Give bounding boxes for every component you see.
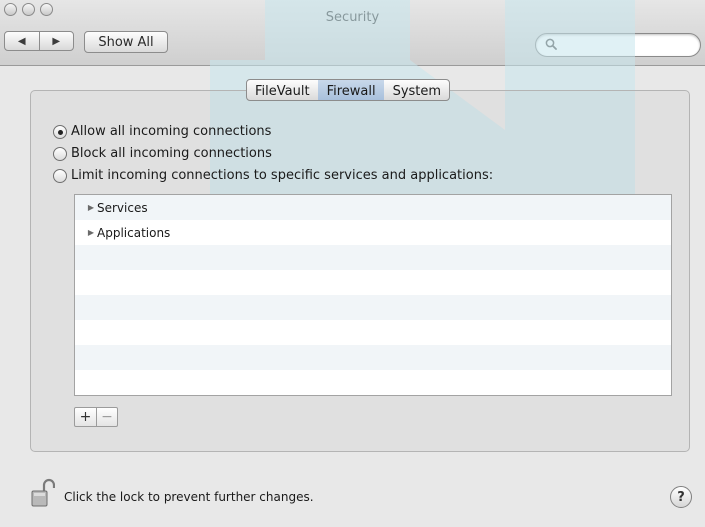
forward-arrow-icon: ▶	[52, 35, 61, 47]
show-all-button[interactable]: Show All	[84, 31, 168, 53]
empty-row	[75, 270, 671, 295]
add-remove-buttons: + −	[74, 407, 118, 427]
services-applications-list: ▶ Services ▶ Applications	[74, 194, 672, 396]
disclosure-triangle-icon[interactable]: ▶	[85, 228, 97, 237]
list-item-label: Services	[97, 200, 148, 215]
radio-label: Allow all incoming connections	[71, 124, 272, 139]
tab-bar: FileVault Firewall System	[246, 79, 451, 101]
tab-filevault[interactable]: FileVault	[247, 80, 318, 100]
search-field[interactable]	[535, 33, 701, 57]
back-arrow-icon: ◀	[17, 35, 26, 47]
back-forward-group: ◀ ▶	[4, 31, 74, 51]
list-item-label: Applications	[97, 225, 171, 240]
empty-row	[75, 320, 671, 345]
tab-firewall[interactable]: Firewall	[317, 80, 384, 100]
empty-row	[75, 245, 671, 270]
search-icon	[545, 38, 557, 50]
radio-label: Limit incoming connections to specific s…	[71, 168, 494, 183]
question-mark-icon: ?	[677, 489, 685, 505]
empty-row	[75, 370, 671, 395]
search-input[interactable]	[560, 37, 690, 53]
help-button[interactable]: ?	[670, 486, 692, 508]
lock-status-text: Click the lock to prevent further change…	[64, 490, 314, 504]
disclosure-triangle-icon[interactable]: ▶	[85, 203, 97, 212]
radio-block-all[interactable]: Block all incoming connections	[53, 146, 272, 161]
add-button[interactable]: +	[75, 408, 96, 426]
remove-button[interactable]: −	[96, 408, 117, 426]
radio-allow-all[interactable]: Allow all incoming connections	[53, 124, 271, 139]
back-button[interactable]: ◀	[5, 32, 39, 50]
list-item-services[interactable]: ▶ Services	[75, 195, 671, 220]
radio-label: Block all incoming connections	[71, 146, 272, 161]
lock-icon[interactable]	[31, 478, 55, 508]
toolbar: Security ◀ ▶ Show All	[0, 0, 705, 66]
list-item-applications[interactable]: ▶ Applications	[75, 220, 671, 245]
empty-row	[75, 345, 671, 370]
security-preferences-window: Security ◀ ▶ Show All FileVault Firewall…	[0, 0, 705, 527]
radio-limit-connections[interactable]: Limit incoming connections to specific s…	[53, 168, 493, 183]
window-title: Security	[325, 10, 380, 25]
radio-button[interactable]	[53, 124, 67, 139]
forward-button[interactable]: ▶	[38, 32, 74, 50]
tab-system[interactable]: System	[384, 80, 449, 100]
empty-row	[75, 295, 671, 320]
radio-button[interactable]	[53, 168, 67, 183]
radio-button[interactable]	[53, 146, 67, 161]
